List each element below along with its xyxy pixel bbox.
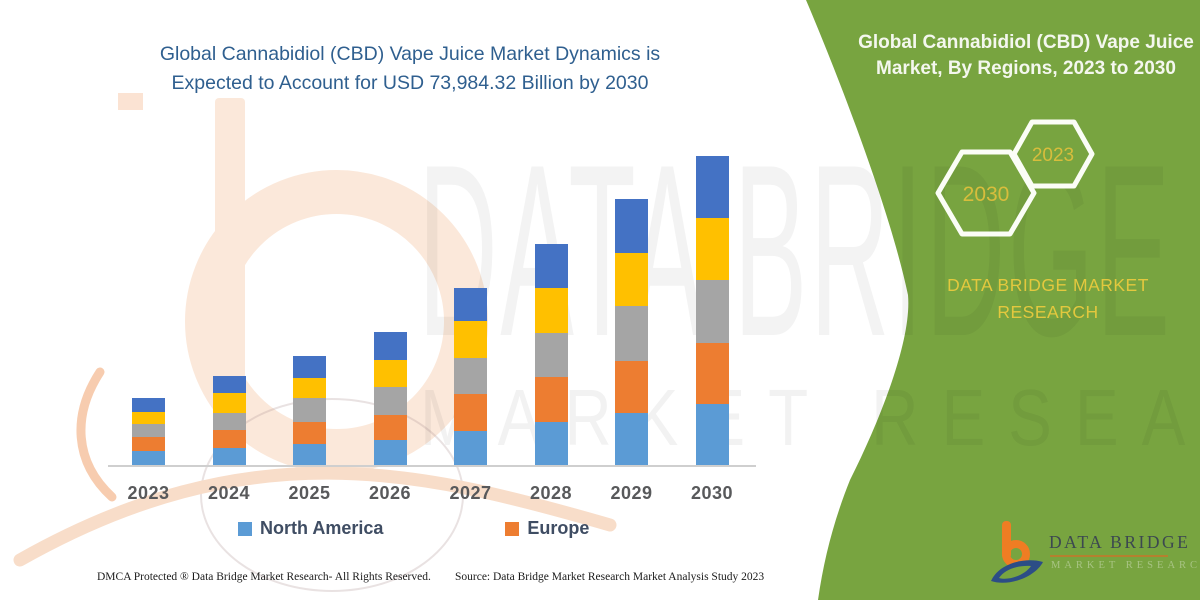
bar-segment-unlabeled-gray-region <box>132 424 165 437</box>
logo-wordmark: DATA BRIDGE <box>1049 532 1191 552</box>
bar-segment-unlabeled-gray-region <box>373 387 407 415</box>
bar-segment-north-america <box>373 440 407 466</box>
x-axis-label-2029: 2029 <box>610 483 653 503</box>
bar-segment-unlabeled-darkblue-region <box>454 288 487 321</box>
brand-block: DATA BRIDGE MARKET RESEARCH <box>898 272 1198 326</box>
bar-segment-europe <box>212 430 246 448</box>
bar-segment-europe <box>615 361 648 413</box>
legend-item-europe[interactable]: Europe <box>505 518 589 539</box>
bar-segment-unlabeled-gray-region <box>695 280 729 343</box>
bar-segment-north-america <box>454 431 487 466</box>
bar-segment-unlabeled-darkblue-region <box>293 356 326 378</box>
bar-segment-unlabeled-yellow-region <box>615 253 648 306</box>
bar-segment-europe <box>534 377 568 422</box>
bar-segment-unlabeled-darkblue-region <box>373 332 407 360</box>
brand-line1: DATA BRIDGE MARKET <box>947 275 1149 295</box>
bar-segment-unlabeled-darkblue-region <box>212 376 246 393</box>
bar-segment-unlabeled-yellow-region <box>373 360 407 387</box>
bar-2025[interactable] <box>293 356 326 466</box>
footer-source: Source: Data Bridge Market Research Mark… <box>455 571 765 583</box>
bar-2030[interactable] <box>695 156 729 466</box>
hexagon-2023-label: 2023 <box>1032 145 1074 166</box>
bar-segment-europe <box>695 343 729 404</box>
bar-segment-unlabeled-darkblue-region <box>132 398 165 412</box>
x-axis-label-2027: 2027 <box>449 483 492 503</box>
bar-segment-north-america <box>615 413 648 466</box>
year-hexagons: 2030 2023 <box>935 119 1095 237</box>
bar-segment-unlabeled-darkblue-region <box>615 199 648 253</box>
bar-segment-unlabeled-darkblue-region <box>534 244 568 288</box>
hexagon-2030-label: 2030 <box>963 183 1010 206</box>
x-axis-line <box>108 465 756 467</box>
data-bridge-logo-icon <box>991 521 1043 583</box>
panel-title: Global Cannabidiol (CBD) Vape Juice Mark… <box>856 30 1196 82</box>
bar-segment-unlabeled-yellow-region <box>212 393 246 413</box>
x-axis-label-2030: 2030 <box>690 483 734 503</box>
bar-segment-north-america <box>132 451 165 466</box>
brand-line2: RESEARCH <box>997 302 1099 322</box>
legend-swatch <box>505 521 520 536</box>
bar-segment-unlabeled-gray-region <box>454 358 487 394</box>
bar-segment-north-america <box>695 404 729 466</box>
bar-segment-north-america <box>534 422 568 466</box>
bar-segment-unlabeled-yellow-region <box>132 412 165 424</box>
x-axis-label-2025: 2025 <box>288 483 331 503</box>
bar-2024[interactable] <box>212 376 246 466</box>
legend-item-north-america[interactable]: North America <box>238 518 383 539</box>
panel-title-line1: Global Cannabidiol (CBD) Vape Juice <box>858 32 1194 53</box>
legend-label: Europe <box>527 518 590 538</box>
bar-segment-north-america <box>212 448 246 466</box>
bar-segment-unlabeled-gray-region <box>212 413 246 430</box>
x-axis-label-2028: 2028 <box>529 483 573 503</box>
bar-2027[interactable] <box>454 288 487 466</box>
x-axis-label-2026: 2026 <box>368 483 412 503</box>
legend-swatch <box>238 521 252 536</box>
x-axis-label-2024: 2024 <box>207 483 251 503</box>
bar-2023[interactable] <box>132 398 165 466</box>
bar-segment-unlabeled-gray-region <box>534 333 568 377</box>
bar-segment-unlabeled-yellow-region <box>293 378 326 398</box>
logo-subtitle: MARKET RESEARCH <box>1051 560 1200 571</box>
bar-segment-europe <box>373 415 407 440</box>
logo-rule <box>1050 555 1168 557</box>
bar-segment-unlabeled-yellow-region <box>454 321 487 358</box>
footer-dmca: DMCA Protected ® Data Bridge Market Rese… <box>97 571 431 583</box>
bar-segment-europe <box>132 437 165 451</box>
panel-title-line2: Market, By Regions, 2023 to 2030 <box>876 58 1176 79</box>
bar-segment-unlabeled-gray-region <box>293 398 326 422</box>
bar-segment-unlabeled-gray-region <box>615 306 648 361</box>
bar-2026[interactable] <box>373 332 407 466</box>
x-axis-label-2023: 2023 <box>127 483 170 503</box>
bar-segment-europe <box>293 422 326 444</box>
legend-label: North America <box>260 518 384 538</box>
bar-segment-north-america <box>293 444 326 466</box>
bar-2028[interactable] <box>534 244 568 466</box>
bar-2029[interactable] <box>615 199 648 466</box>
bar-segment-europe <box>454 394 487 431</box>
infographic-canvas: DATA BRIDGE MARKET RESEARCH Global Canna… <box>0 0 1200 600</box>
bar-segment-unlabeled-yellow-region <box>534 288 568 333</box>
bar-segment-unlabeled-yellow-region <box>695 218 729 280</box>
bar-segment-unlabeled-darkblue-region <box>695 156 729 218</box>
legend: North America Europe <box>238 518 589 539</box>
